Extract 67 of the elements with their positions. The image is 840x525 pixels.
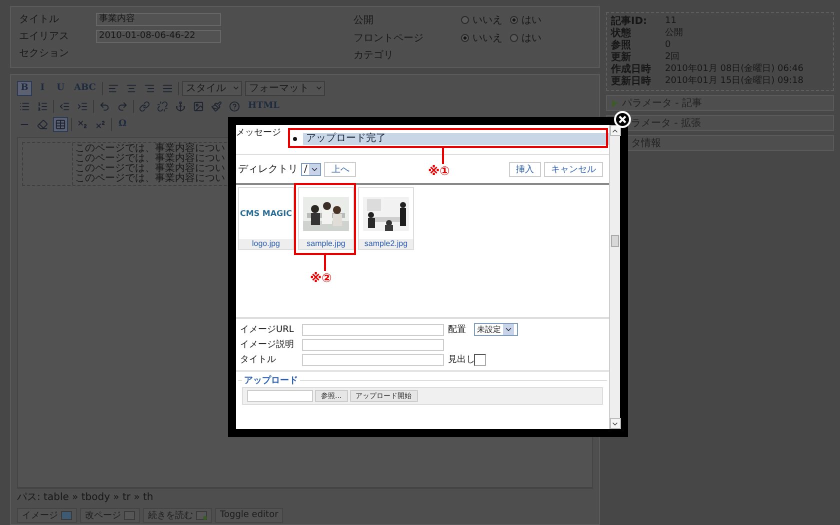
- radio-option[interactable]: いいえ: [461, 31, 502, 45]
- file-field[interactable]: [247, 390, 313, 402]
- field-label: フロントページ: [353, 32, 424, 44]
- link-icon[interactable]: [137, 98, 152, 114]
- help-icon[interactable]: [227, 98, 242, 114]
- annotation-label: ※②: [310, 271, 332, 285]
- radio-option[interactable]: はい: [510, 31, 542, 45]
- cancel-button[interactable]: キャンセル: [544, 162, 603, 176]
- directory-dropdown[interactable]: /: [301, 162, 322, 176]
- toolbar-button[interactable]: B: [17, 80, 32, 96]
- field-label: タイトル: [19, 13, 60, 26]
- logo-text: CMS MAGIC: [240, 209, 292, 218]
- file-name: logo.jpg: [239, 239, 293, 249]
- read-more-icon: [196, 510, 207, 520]
- image-thumbnail[interactable]: sample.jpg: [298, 187, 354, 250]
- toolbar-dropdown[interactable]: スタイル: [182, 80, 242, 96]
- upload-legend: アップロード: [242, 374, 300, 387]
- title-field[interactable]: [302, 354, 444, 366]
- content-text: このページでは、事業内容につい: [75, 164, 226, 174]
- image-thumbnail[interactable]: sample2.jpg: [358, 187, 414, 250]
- url-field[interactable]: [302, 324, 444, 336]
- anchor-icon[interactable]: [173, 98, 188, 114]
- up-button[interactable]: 上へ: [324, 162, 356, 176]
- align-label: 配置: [448, 324, 467, 336]
- toolbar-dropdown[interactable]: フォーマット: [244, 80, 325, 96]
- field-label: セクション: [19, 47, 70, 60]
- description-field[interactable]: [302, 338, 444, 350]
- page-break-icon: [124, 510, 135, 520]
- annotation-label: ※①: [428, 164, 450, 178]
- file-name: sample2.jpg: [359, 239, 413, 249]
- leader-line: [324, 255, 326, 271]
- content-text: このページでは、事業内容につい: [75, 144, 226, 154]
- field-label: 公開: [353, 14, 374, 26]
- title-label: タイトル: [240, 354, 277, 366]
- url-label: イメージURL: [240, 324, 295, 336]
- bullet-icon: [293, 137, 297, 141]
- file-name: sample.jpg: [299, 239, 353, 249]
- image-icon: [61, 510, 72, 520]
- caret-icon: [504, 325, 513, 334]
- element-path: パス: table » tbody » tr » th: [17, 491, 154, 504]
- field-label: カテゴリ: [353, 49, 394, 62]
- unlink-icon[interactable]: [155, 98, 170, 114]
- insert-button[interactable]: 挿入: [509, 162, 541, 176]
- radio-option[interactable]: はい: [510, 13, 542, 27]
- radio-option[interactable]: いいえ: [461, 13, 502, 27]
- message-text: アップロード完了: [303, 133, 609, 145]
- close-icon[interactable]: [614, 111, 631, 128]
- text-field[interactable]: 2010-01-08-06-46-22: [96, 30, 221, 43]
- scroll-thumb[interactable]: [611, 235, 619, 247]
- text-field[interactable]: 事業内容: [96, 13, 221, 26]
- directory-label: ディレクトリ: [238, 162, 298, 176]
- caret-right-icon: [612, 100, 618, 106]
- leader-line: [442, 148, 444, 164]
- message-label: メッセージ: [236, 127, 281, 140]
- caret-icon: [314, 84, 323, 92]
- description-label: イメージ説明: [240, 338, 295, 351]
- image-thumbnail[interactable]: CMS MAGIC logo.jpg: [238, 187, 294, 250]
- align-dropdown[interactable]: 未設定: [474, 323, 518, 336]
- caret-icon: [232, 84, 240, 92]
- content-text: このページでは、事業内容につい: [75, 174, 226, 184]
- brush-icon[interactable]: [209, 98, 224, 114]
- content-text: このページでは、事業内容につい: [75, 154, 226, 164]
- scrollbar[interactable]: [609, 125, 620, 429]
- annotation-frame: [294, 183, 356, 255]
- table-icon[interactable]: [53, 116, 68, 132]
- heading-label: 見出し: [448, 354, 474, 366]
- heading-checkbox[interactable]: [474, 354, 486, 366]
